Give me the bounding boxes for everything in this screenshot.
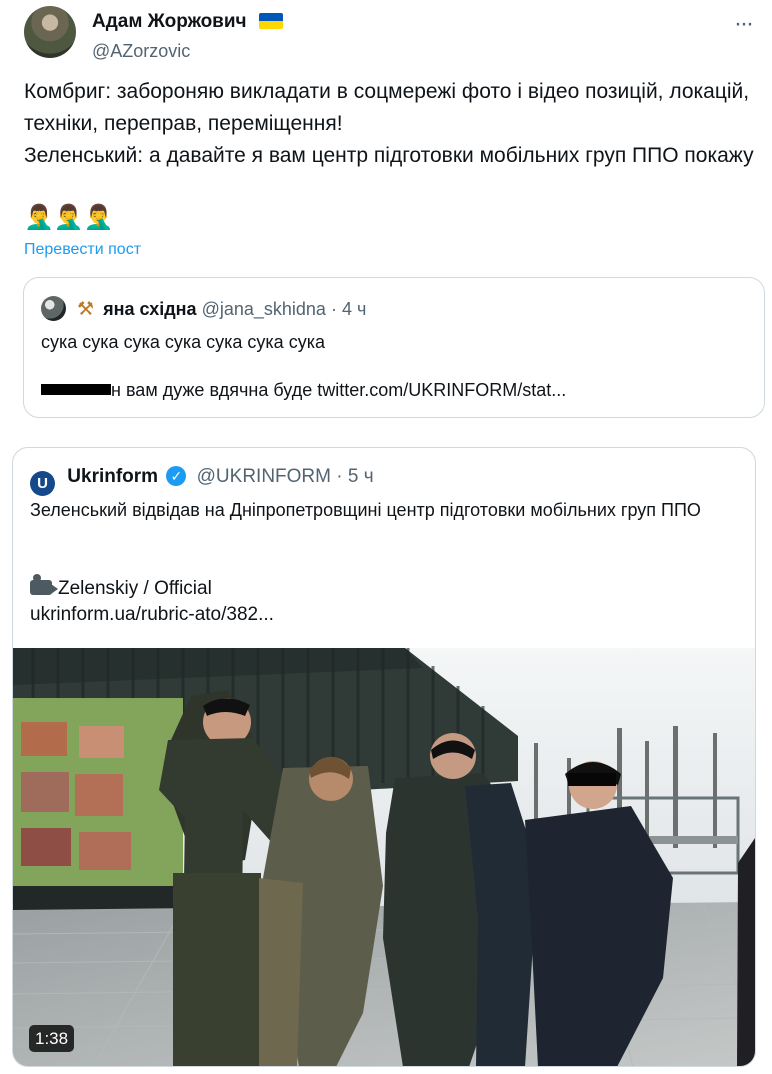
author-handle[interactable]: @AZorzovic xyxy=(92,39,190,63)
quoted-time-separator: · xyxy=(330,299,337,319)
quoted-post-text: сука сука сука сука сука сука сука xyxy=(41,332,325,352)
ukrinform-post-header: U Ukrinform ✓ @UKRINFORM · 5 ч xyxy=(30,465,374,496)
more-horizontal-icon[interactable]: ··· xyxy=(734,12,754,36)
post-text: Комбриг: забороняю викладати в соцмережі… xyxy=(24,80,754,167)
quoted-link-text[interactable]: н вам дуже вдячна буде twitter.com/UKRIN… xyxy=(111,380,566,400)
facepalm-emoji-row: 🤦‍♂️🤦‍♂️🤦‍♂️ xyxy=(24,204,114,231)
quoted-author-avatar[interactable] xyxy=(41,296,66,321)
quoted-post-header: ⚒ яна східна @jana_skhidna · 4 ч xyxy=(41,296,366,321)
quoted-author-name[interactable]: яна східна xyxy=(103,299,196,319)
video-source-text: Zelenskiy / Official xyxy=(58,578,212,599)
ukrinform-post-time[interactable]: 5 ч xyxy=(348,466,374,487)
video-thumbnail[interactable]: 1:38 xyxy=(13,648,755,1066)
hammer-pick-icon: ⚒ xyxy=(77,299,95,320)
ukrinform-name[interactable]: Ukrinform xyxy=(67,466,158,487)
video-scene xyxy=(13,648,755,1066)
redacted-text xyxy=(41,384,111,395)
ukraine-flag-icon xyxy=(258,13,283,29)
verified-badge-icon: ✓ xyxy=(166,466,187,486)
quoted-post-time[interactable]: 4 ч xyxy=(342,299,366,319)
video-source-line: Zelenskiy / Official xyxy=(30,574,212,602)
video-duration: 1:38 xyxy=(29,1025,75,1052)
post-author-row: Адам Жоржович @AZorzovic ··· xyxy=(24,6,754,63)
video-camera-icon xyxy=(30,574,58,595)
ukrinform-handle[interactable]: @UKRINFORM xyxy=(197,466,331,487)
ukrinform-post-text: Зеленський відвідав на Дніпропетровщині … xyxy=(30,500,701,520)
quoted-post-link-line: н вам дуже вдячна буде twitter.com/UKRIN… xyxy=(41,378,566,402)
embedded-ukrinform-post[interactable]: U Ukrinform ✓ @UKRINFORM · 5 ч Зеленськи… xyxy=(12,447,756,1067)
ukrinform-url[interactable]: ukrinform.ua/rubric-ato/382... xyxy=(30,602,274,628)
author-name-line[interactable]: Адам Жоржович xyxy=(92,10,283,34)
author-name[interactable]: Адам Жоржович xyxy=(92,11,247,32)
translate-post-link[interactable]: Перевести пост xyxy=(24,238,141,262)
ukrinform-time-separator: · xyxy=(336,466,343,487)
quoted-author-handle[interactable]: @jana_skhidna xyxy=(202,299,326,319)
author-avatar[interactable] xyxy=(24,6,76,58)
ukrinform-logo-icon[interactable]: U xyxy=(30,471,55,496)
quoted-post-card[interactable]: ⚒ яна східна @jana_skhidna · 4 ч сука су… xyxy=(23,277,765,418)
